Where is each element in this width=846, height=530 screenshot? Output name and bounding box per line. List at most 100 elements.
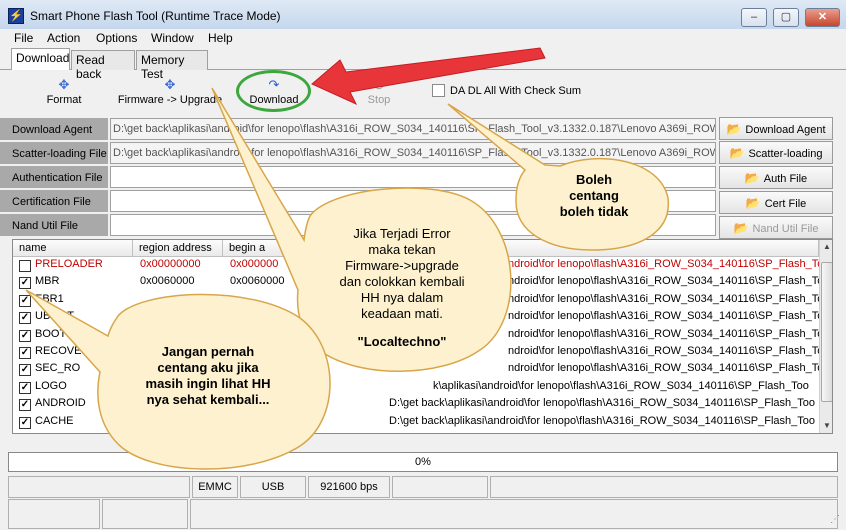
scroll-down-icon[interactable]: ▼ bbox=[820, 419, 832, 433]
download-agent-field[interactable]: D:\get back\aplikasi\android\for lenopo\… bbox=[110, 118, 716, 140]
row-path: ndroid\for lenopo\flash\A316i_ROW_S034_1… bbox=[508, 345, 830, 357]
format-button[interactable]: ✥ Format bbox=[34, 74, 94, 107]
row-name: UBOOT bbox=[35, 310, 75, 323]
row-begin: 0x0060000 bbox=[230, 275, 285, 288]
row-name: LOGO bbox=[35, 379, 67, 392]
firmware-upgrade-label: Firmware -> Upgrade bbox=[117, 94, 223, 106]
app-flash-icon: ⚡ bbox=[8, 8, 24, 24]
cert-file-button[interactable]: 📂 Cert File bbox=[719, 191, 833, 214]
scroll-up-icon[interactable]: ▲ bbox=[820, 240, 832, 254]
firmware-upgrade-icon: ✥ bbox=[164, 77, 176, 92]
menu-options[interactable]: Options bbox=[96, 31, 137, 45]
bubble-center-line: keadaan mati. bbox=[361, 306, 443, 321]
download-agent-button[interactable]: 📂 Download Agent bbox=[719, 117, 833, 140]
row-path: k\aplikasi\android\for lenopo\flash\A316… bbox=[433, 379, 809, 392]
row-name: PRELOADER bbox=[35, 258, 103, 270]
auth-file-button-label: Auth File bbox=[763, 173, 808, 185]
close-button[interactable]: ✕ bbox=[805, 8, 840, 27]
row-checkbox[interactable]: ✓ bbox=[19, 347, 31, 359]
table-scrollbar[interactable]: ▲ ▼ bbox=[819, 240, 832, 433]
col-begin-address[interactable]: begin a bbox=[223, 240, 819, 257]
tab-read-back[interactable]: Read back bbox=[71, 50, 135, 81]
row-checkbox[interactable]: ✓ bbox=[19, 399, 31, 412]
toolbar: ✥ Format ✥ Firmware -> Upgrade ↷ Downloa… bbox=[0, 72, 846, 116]
menu-action[interactable]: Action bbox=[47, 31, 80, 45]
firmware-upgrade-button[interactable]: ✥ Firmware -> Upgrade bbox=[115, 74, 225, 107]
stop-label: Stop bbox=[367, 94, 391, 106]
bubble-left-line: Jangan pernah bbox=[161, 344, 255, 359]
bubble-top-right-text: Boleh centang boleh tidak bbox=[535, 172, 653, 220]
row-path: ndroid\for lenopo\flash\A316i_ROW_S034_1… bbox=[508, 310, 830, 323]
row-name: BOOTIMG bbox=[35, 327, 87, 340]
auth-file-button[interactable]: 📂 Auth File bbox=[719, 166, 833, 189]
bubble-center-spacer bbox=[322, 322, 482, 334]
menu-window[interactable]: Window bbox=[151, 31, 194, 45]
stop-button[interactable]: ⊘ Stop bbox=[356, 74, 402, 107]
resize-grip-icon[interactable]: ⋰ bbox=[830, 514, 840, 525]
download-agent-button-label: Download Agent bbox=[745, 124, 826, 136]
da-checksum-checkbox[interactable] bbox=[432, 84, 445, 97]
menu-help[interactable]: Help bbox=[208, 31, 233, 45]
bubble-left-line: masih ingin lihat HH bbox=[145, 376, 271, 391]
bubble-left-text: Jangan pernah centang aku jika masih ing… bbox=[128, 344, 288, 408]
bubble-center-line: HH nya dalam bbox=[360, 290, 444, 305]
scatter-loading-button[interactable]: 📂 Scatter-loading bbox=[719, 141, 833, 164]
cert-file-label: Certification File bbox=[0, 190, 108, 212]
row-begin: 0x2E15A0E7 bbox=[230, 414, 295, 427]
tab-download[interactable]: Download bbox=[11, 48, 70, 70]
row-name: ANDROID bbox=[35, 397, 86, 410]
da-checksum-label: DA DL All With Check Sum bbox=[450, 85, 582, 97]
bottom-cell-1 bbox=[8, 499, 100, 529]
row-path: ndroid\for lenopo\flash\A316i_ROW_S034_1… bbox=[508, 292, 830, 305]
folder-icon: 📂 bbox=[745, 196, 761, 210]
row-checkbox[interactable]: ✓ bbox=[19, 416, 31, 429]
row-checkbox[interactable]: ✓ bbox=[19, 312, 31, 325]
row-begin: 0x000000 bbox=[230, 258, 279, 270]
maximize-button[interactable]: ▢ bbox=[773, 8, 799, 27]
nand-util-button[interactable]: 📂 Nand Util File bbox=[719, 216, 833, 239]
bubble-left-line: nya sehat kembali... bbox=[146, 392, 270, 407]
bubble-top-right-line: boleh tidak bbox=[559, 204, 629, 219]
menu-file[interactable]: File bbox=[14, 31, 33, 45]
row-name: SEC_RO bbox=[35, 362, 81, 375]
row-checkbox[interactable]: ✓ bbox=[19, 364, 31, 377]
tab-memory-test[interactable]: Memory Test bbox=[136, 50, 208, 81]
row-name: RECOVERY bbox=[35, 345, 97, 357]
progress-bar: 0% bbox=[8, 452, 838, 472]
stop-icon: ⊘ bbox=[373, 77, 385, 92]
row-path: ndroid\for lenopo\flash\A316i_ROW_S034_1… bbox=[508, 327, 830, 340]
bottom-cell-3 bbox=[190, 499, 838, 529]
folder-icon: 📂 bbox=[744, 171, 760, 185]
row-path: ndroid\for lenopo\flash\A316i_ROW_S034_1… bbox=[508, 362, 830, 375]
folder-icon: 📂 bbox=[729, 146, 745, 160]
folder-icon: 📂 bbox=[733, 221, 749, 235]
row-checkbox[interactable]: ✓ bbox=[19, 381, 31, 394]
cert-file-button-label: Cert File bbox=[764, 198, 807, 210]
table-row[interactable]: ✓ CACHE 0x2E15A0E7 D:\get back\aplikasi\and… bbox=[13, 415, 819, 432]
status-cell-empty-2 bbox=[392, 476, 488, 498]
row-checkbox[interactable] bbox=[19, 260, 31, 272]
folder-icon: 📂 bbox=[726, 122, 742, 136]
row-checkbox[interactable]: ✓ bbox=[19, 277, 31, 290]
bubble-center-line: Jika Terjadi Error bbox=[353, 226, 451, 241]
row-region: 0x0060000 bbox=[140, 275, 195, 288]
row-checkbox[interactable]: ✓ bbox=[19, 329, 31, 342]
status-port: USB bbox=[240, 476, 306, 498]
row-path: D:\get back\aplikasi\android\for lenopo\… bbox=[389, 414, 816, 427]
bottom-panel bbox=[0, 499, 846, 530]
bottom-cell-2 bbox=[102, 499, 188, 529]
status-bar: EMMC USB 921600 bps bbox=[0, 476, 846, 498]
bubble-center-text: Jika Terjadi Error maka tekan Firmware->… bbox=[322, 226, 482, 350]
col-name[interactable]: name bbox=[13, 240, 133, 257]
scroll-thumb[interactable] bbox=[821, 262, 832, 402]
col-region-address[interactable]: region address bbox=[133, 240, 223, 257]
menu-bar: File Action Options Window Help bbox=[0, 29, 846, 47]
status-storage: EMMC bbox=[192, 476, 238, 498]
row-checkbox[interactable]: ✓ bbox=[19, 294, 31, 307]
minimize-button[interactable]: – bbox=[741, 8, 767, 27]
row-name: CACHE bbox=[35, 414, 74, 427]
tab-strip: Download Read back Memory Test bbox=[0, 48, 846, 81]
scatter-file-field[interactable]: D:\get back\aplikasi\android\for lenopo\… bbox=[110, 142, 716, 164]
bubble-top-right-line: Boleh bbox=[575, 172, 613, 187]
row-name: MBR bbox=[35, 275, 60, 288]
